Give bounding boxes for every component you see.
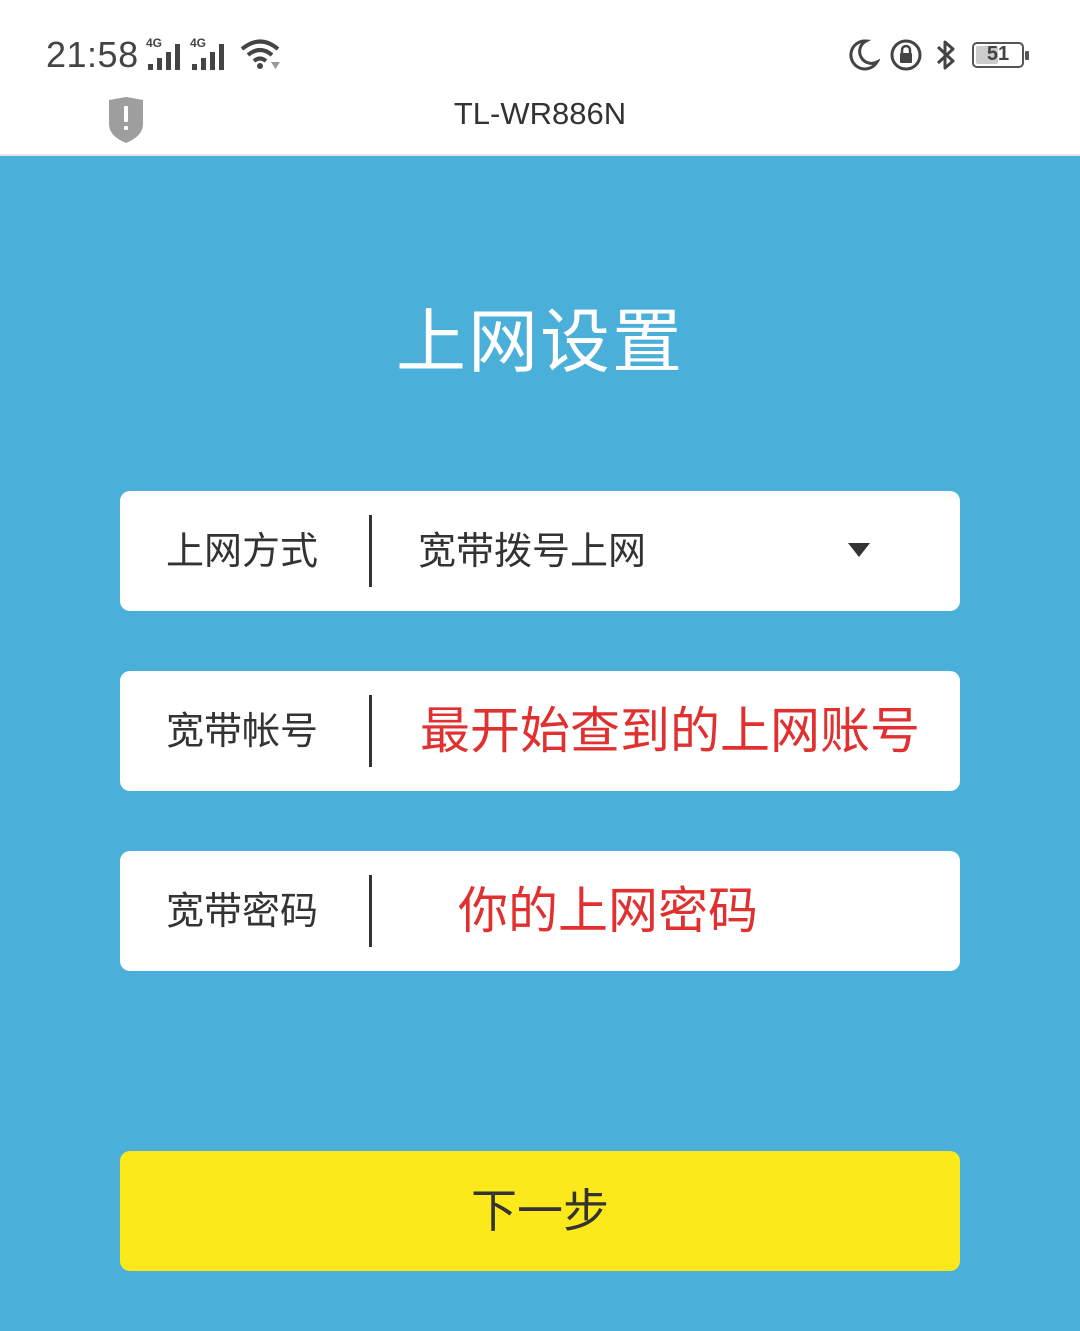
wifi-icon bbox=[240, 39, 280, 69]
connection-type-label: 上网方式 bbox=[166, 529, 319, 573]
battery-level: 51 bbox=[986, 43, 1010, 65]
clock: 21:58 bbox=[46, 34, 139, 75]
battery-icon: 51 bbox=[972, 42, 1029, 68]
page-title: 上网设置 bbox=[396, 301, 684, 383]
address-bar: TL-WR886N bbox=[0, 90, 1080, 156]
account-field[interactable]: 宽带帐号 最开始查到的上网账号 bbox=[120, 671, 960, 791]
bluetooth-icon bbox=[936, 40, 955, 70]
password-input[interactable]: 你的上网密码 bbox=[458, 851, 758, 971]
field-divider bbox=[369, 695, 372, 767]
rotation-lock-icon bbox=[890, 39, 922, 71]
connection-type-value[interactable]: 宽带拨号上网 bbox=[418, 491, 646, 611]
password-label: 宽带密码 bbox=[166, 889, 319, 933]
moon-icon bbox=[849, 39, 880, 71]
password-field[interactable]: 宽带密码 你的上网密码 bbox=[120, 851, 960, 971]
account-input[interactable]: 最开始查到的上网账号 bbox=[420, 671, 920, 791]
connection-type-select[interactable]: 上网方式 宽带拨号上网 bbox=[120, 491, 960, 611]
page-url-title: TL-WR886N bbox=[453, 96, 627, 131]
field-divider bbox=[369, 515, 372, 587]
dropdown-arrow-icon[interactable] bbox=[848, 543, 870, 557]
field-divider bbox=[369, 875, 372, 947]
next-step-button[interactable]: 下一步 bbox=[120, 1151, 960, 1271]
account-label: 宽带帐号 bbox=[166, 709, 319, 753]
status-bar: 21:58 4G 4G 51 bbox=[0, 0, 1080, 90]
